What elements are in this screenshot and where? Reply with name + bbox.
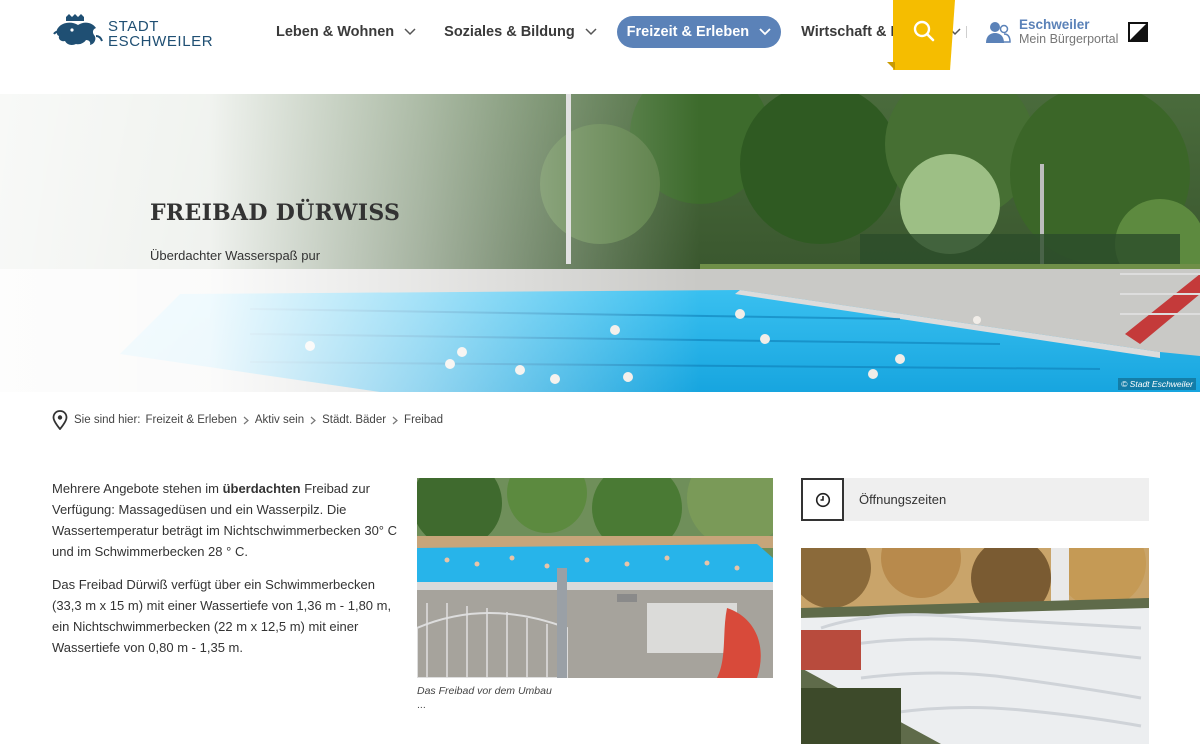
breadcrumb-item[interactable]: Städt. Bäder bbox=[322, 414, 386, 426]
opening-hours-label: Öffnungszeiten bbox=[859, 492, 947, 507]
breadcrumb-item[interactable]: Freizeit & Erleben bbox=[145, 414, 236, 426]
figure-caption: Das Freibad vor dem Umbau bbox=[417, 685, 552, 697]
search-icon bbox=[913, 20, 935, 42]
page-subtitle: Überdachter Wasserspaß pur bbox=[150, 248, 321, 263]
image-credit: © Stadt Eschweiler bbox=[1118, 378, 1196, 390]
breadcrumb-prefix: Sie sind hier: bbox=[74, 414, 141, 426]
nav-item-soziales-bildung[interactable]: Soziales & Bildung bbox=[436, 16, 605, 48]
chevron-down-icon bbox=[759, 28, 771, 36]
nav-item-freizeit-erleben[interactable]: Freizeit & Erleben bbox=[616, 16, 782, 48]
location-pin-icon bbox=[52, 410, 68, 430]
nav-item-label: Leben & Wohnen bbox=[276, 24, 395, 40]
buergerportal-link[interactable]: Eschweiler Mein Bürgerportal bbox=[985, 17, 1118, 47]
chevron-right-icon bbox=[310, 416, 317, 424]
pool-figure: Das Freibad vor dem Umbau ... bbox=[417, 478, 773, 711]
site-logo[interactable]: STADT ESCHWEILER bbox=[52, 14, 222, 54]
portal-subtitle: Mein Bürgerportal bbox=[1019, 32, 1119, 46]
hero-fade-overlay bbox=[0, 94, 700, 392]
chevron-right-icon bbox=[392, 416, 398, 424]
chevron-down-icon bbox=[404, 28, 416, 36]
nav-item-label: Freizeit & Erleben bbox=[626, 24, 750, 40]
chevron-down-icon bbox=[585, 28, 597, 36]
site-header: STADT ESCHWEILER Leben & Wohnen Soziales… bbox=[0, 0, 1200, 94]
opening-hours-button[interactable]: Öffnungszeiten bbox=[801, 478, 1149, 521]
pool-photo-before-renovation[interactable] bbox=[417, 478, 773, 678]
user-icon bbox=[986, 22, 1011, 43]
logo-lion-icon bbox=[53, 14, 103, 45]
nav-item-leben-wohnen[interactable]: Leben & Wohnen bbox=[268, 16, 424, 48]
portal-name: Eschweiler bbox=[1019, 17, 1090, 32]
search-button[interactable] bbox=[893, 0, 955, 70]
search-tab-notch bbox=[887, 62, 895, 70]
header-divider bbox=[966, 26, 967, 38]
clock-icon bbox=[815, 492, 830, 507]
main-nav: Leben & Wohnen Soziales & Bildung Freize… bbox=[268, 16, 981, 48]
paragraph-2: Das Freibad Dürwiß verfügt über ein Schw… bbox=[52, 577, 392, 655]
clock-icon-box bbox=[801, 478, 844, 521]
page-title: FREIBAD DÜRWISS bbox=[150, 200, 401, 226]
contrast-icon[interactable] bbox=[1128, 22, 1148, 42]
hero-banner: FREIBAD DÜRWISS Überdachter Wasserspaß p… bbox=[0, 94, 1200, 392]
caption-more[interactable]: ... bbox=[417, 699, 773, 711]
sidebar: Öffnungszeiten bbox=[801, 478, 1149, 744]
covered-pool-photo[interactable] bbox=[801, 548, 1149, 744]
paragraph-1: Mehrere Angebote stehen im überdachten F… bbox=[52, 481, 397, 559]
breadcrumb: Sie sind hier: Freizeit & Erleben Aktiv … bbox=[52, 410, 443, 430]
breadcrumb-item[interactable]: Aktiv sein bbox=[255, 414, 304, 426]
portal-text: Eschweiler Mein Bürgerportal bbox=[1019, 17, 1119, 47]
nav-item-label: Soziales & Bildung bbox=[444, 24, 575, 40]
article-text: Mehrere Angebote stehen im überdachten F… bbox=[52, 478, 406, 670]
breadcrumb-current: Freibad bbox=[404, 414, 444, 426]
logo-wordmark: STADT ESCHWEILER bbox=[108, 18, 214, 50]
chevron-right-icon bbox=[243, 416, 249, 424]
